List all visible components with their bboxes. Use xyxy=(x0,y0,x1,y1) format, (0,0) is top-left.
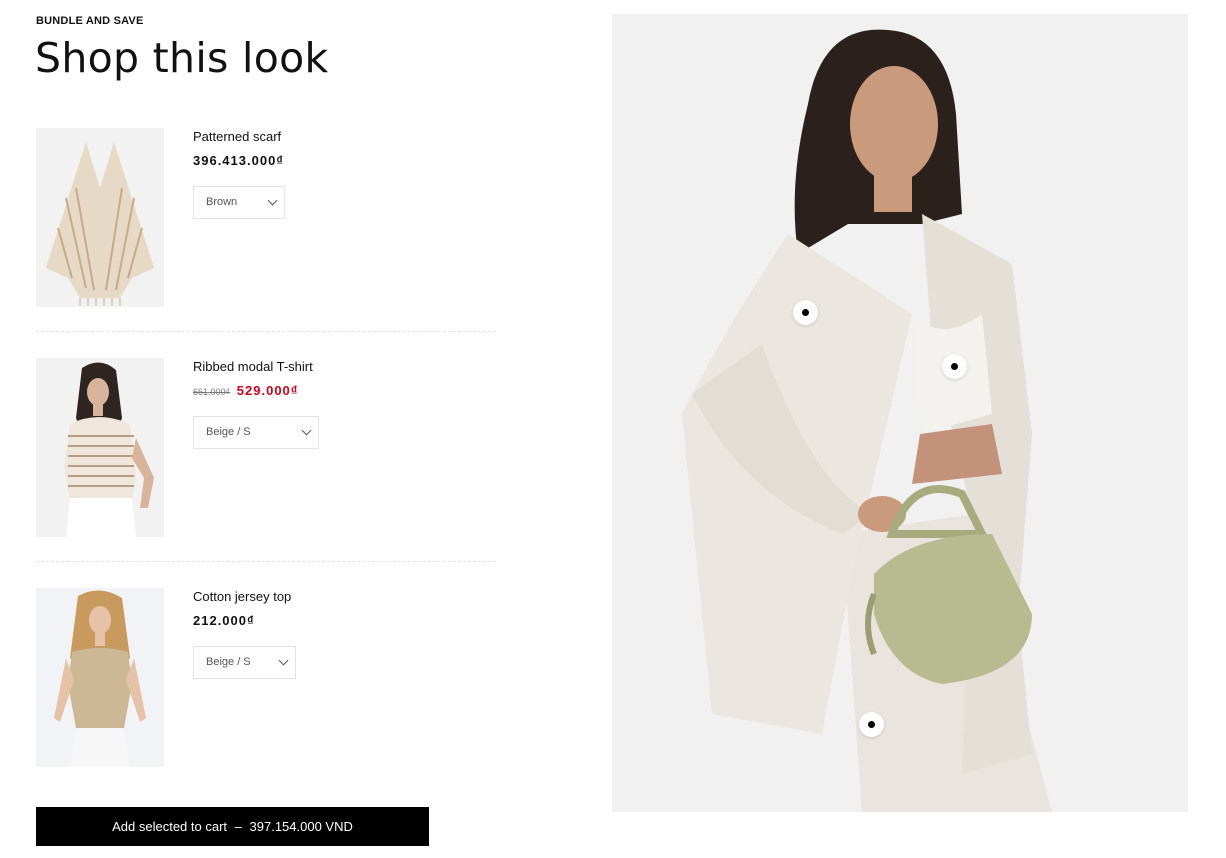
product-price: 661.000₫ 529.000₫ xyxy=(193,383,298,398)
cart-button-label: Add selected to cart xyxy=(112,819,228,834)
product-image[interactable] xyxy=(36,358,164,537)
add-selected-to-cart-button[interactable]: Add selected to cart – 397.154.000 VND xyxy=(36,807,429,846)
variant-value: Beige / S xyxy=(206,426,251,438)
sale-price: 529.000₫ xyxy=(236,383,299,398)
variant-select[interactable]: Brown xyxy=(193,186,285,219)
bundle-item: Ribbed modal T-shirt 661.000₫ 529.000₫ B… xyxy=(36,358,496,538)
variant-select[interactable]: Beige / S xyxy=(193,646,296,679)
divider xyxy=(36,331,496,332)
variant-value: Beige / S xyxy=(206,656,251,668)
chevron-down-icon xyxy=(278,655,289,666)
hotspot-scarf[interactable] xyxy=(793,300,818,325)
chevron-down-icon xyxy=(301,425,312,436)
cart-button-total: 397.154.000 VND xyxy=(249,819,353,834)
hotspot-tshirt[interactable] xyxy=(942,354,967,379)
product-price: 212.000₫ xyxy=(193,613,255,628)
bundle-item: Cotton jersey top 212.000₫ Beige / S xyxy=(36,588,496,768)
look-hero-image xyxy=(612,14,1188,812)
product-image[interactable] xyxy=(36,128,164,307)
product-name[interactable]: Patterned scarf xyxy=(193,129,281,144)
product-name[interactable]: Ribbed modal T-shirt xyxy=(193,359,313,374)
original-price: 661.000₫ xyxy=(193,387,231,397)
cart-button-separator: – xyxy=(234,819,242,834)
page-title: Shop this look xyxy=(35,34,329,82)
eyebrow-label: BUNDLE AND SAVE xyxy=(36,15,144,27)
chevron-down-icon xyxy=(267,195,278,206)
variant-value: Brown xyxy=(206,196,238,208)
product-price: 396.413.000₫ xyxy=(193,153,284,168)
bundle-item: Patterned scarf 396.413.000₫ Brown xyxy=(36,128,496,308)
product-name[interactable]: Cotton jersey top xyxy=(193,589,291,604)
divider xyxy=(36,561,496,562)
product-image[interactable] xyxy=(36,588,164,767)
variant-select[interactable]: Beige / S xyxy=(193,416,319,449)
hotspot-top[interactable] xyxy=(859,712,884,737)
